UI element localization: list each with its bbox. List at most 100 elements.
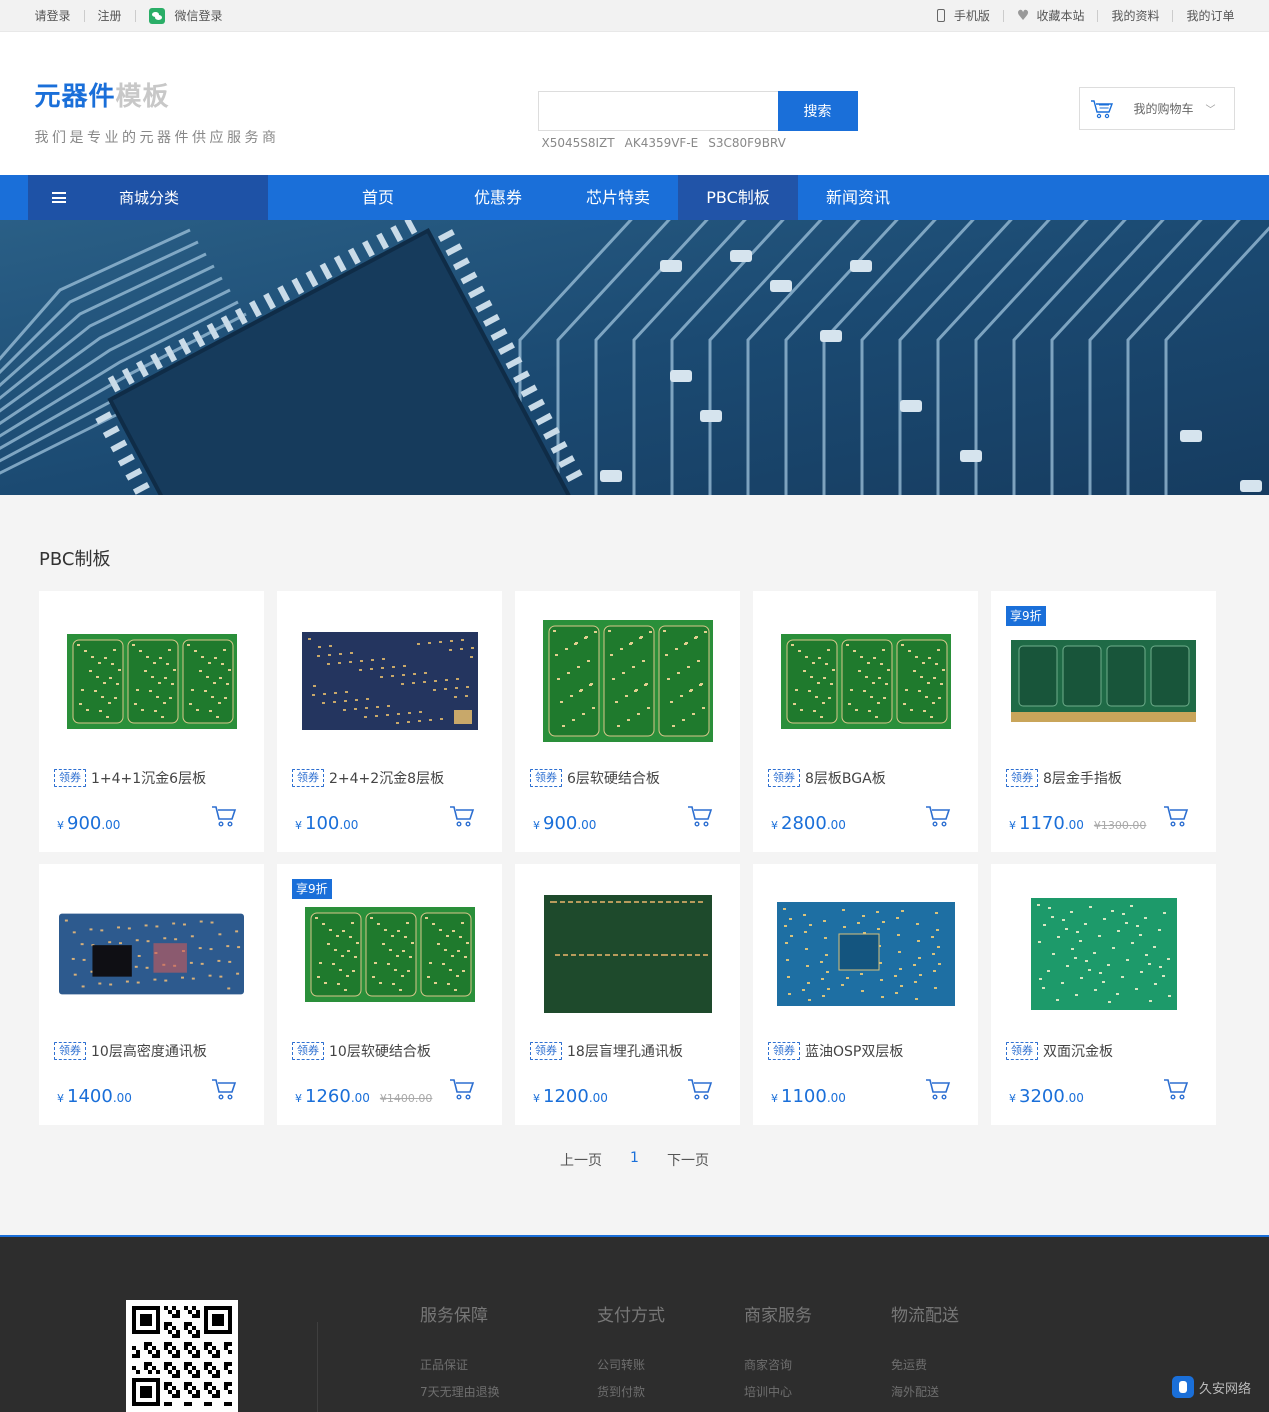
wechat-login-link[interactable]: 微信登录 bbox=[148, 7, 223, 24]
product-image[interactable] bbox=[535, 616, 720, 746]
product-image[interactable] bbox=[773, 889, 958, 1019]
mobile-link[interactable]: 手机版 bbox=[936, 7, 990, 24]
prev-page-link[interactable]: 上一页 bbox=[560, 1150, 602, 1170]
next-page-link[interactable]: 下一页 bbox=[667, 1150, 709, 1170]
coupon-tag[interactable]: 领券 bbox=[1006, 1042, 1038, 1060]
hotword-link[interactable]: AK4359VF-E bbox=[625, 136, 699, 150]
product-image[interactable] bbox=[1011, 889, 1196, 1019]
coupon-tag[interactable]: 领券 bbox=[292, 1042, 324, 1060]
product-name[interactable]: 领券 8层板BGA板 bbox=[768, 768, 886, 788]
hotword-link[interactable]: S3C80F9BRV bbox=[708, 136, 786, 150]
product-card[interactable]: 领券 双面沉金板 ¥ 3200 .00 bbox=[991, 864, 1216, 1125]
pcb-board-image bbox=[59, 913, 244, 995]
profile-link[interactable]: 我的资料 bbox=[1111, 7, 1159, 24]
product-grid: 领券 1+4+1沉金6层板 ¥ 900 .00 领券 2+4+2沉金8层板 ¥ … bbox=[39, 591, 1216, 1125]
product-name[interactable]: 领券 10层高密度通讯板 bbox=[54, 1041, 207, 1061]
nav-link[interactable]: 优惠券 bbox=[438, 175, 558, 220]
logo[interactable]: 元器件模板 bbox=[35, 76, 170, 113]
watermark-logo-icon bbox=[1171, 1376, 1194, 1398]
product-card[interactable]: 领券 1+4+1沉金6层板 ¥ 900 .00 bbox=[39, 591, 264, 852]
product-card[interactable]: 领券 6层软硬结合板 ¥ 900 .00 bbox=[515, 591, 740, 852]
product-price: ¥ 900 .00 bbox=[57, 813, 120, 834]
product-card[interactable]: 领券 2+4+2沉金8层板 ¥ 100 .00 bbox=[277, 591, 502, 852]
footer-divider bbox=[317, 1322, 318, 1412]
footer-column-title: 服务保障 bbox=[420, 1306, 488, 1326]
product-name[interactable]: 领券 双面沉金板 bbox=[1006, 1041, 1113, 1061]
product-name[interactable]: 领券 10层软硬结合板 bbox=[292, 1041, 431, 1061]
add-to-cart-button[interactable] bbox=[1163, 1077, 1189, 1101]
add-to-cart-button[interactable] bbox=[687, 804, 713, 828]
hotword-link[interactable]: X5045S8IZT bbox=[542, 136, 615, 150]
product-card[interactable]: 领券 18层盲埋孔通讯板 ¥ 1200 .00 bbox=[515, 864, 740, 1125]
product-name[interactable]: 领券 18层盲埋孔通讯板 bbox=[530, 1041, 683, 1061]
pcb-board-image bbox=[776, 902, 955, 1006]
product-image[interactable] bbox=[59, 889, 244, 1019]
product-image[interactable] bbox=[535, 889, 720, 1019]
product-card[interactable]: 享9折 领券 10层软硬结合板 ¥ 1260 .00 ¥1400.00 bbox=[277, 864, 502, 1125]
coupon-tag[interactable]: 领券 bbox=[1006, 769, 1038, 787]
product-name[interactable]: 领券 蓝油OSP双层板 bbox=[768, 1041, 903, 1061]
product-image[interactable] bbox=[1011, 616, 1196, 746]
product-name[interactable]: 领券 6层软硬结合板 bbox=[530, 768, 660, 788]
add-to-cart-button[interactable] bbox=[925, 1077, 951, 1101]
add-to-cart-button[interactable] bbox=[1163, 804, 1189, 828]
footer-link[interactable]: 免运费 bbox=[891, 1356, 959, 1373]
add-to-cart-button[interactable] bbox=[687, 1077, 713, 1101]
product-card[interactable]: 领券 蓝油OSP双层板 ¥ 1100 .00 bbox=[753, 864, 978, 1125]
product-image[interactable] bbox=[59, 616, 244, 746]
footer-link[interactable]: 货到付款 bbox=[597, 1383, 665, 1400]
add-to-cart-icon bbox=[212, 806, 237, 827]
nav-link[interactable]: 首页 bbox=[318, 175, 438, 220]
coupon-tag[interactable]: 领券 bbox=[530, 1042, 562, 1060]
footer-link[interactable]: 海外配送 bbox=[891, 1383, 959, 1400]
qr-code bbox=[126, 1300, 238, 1412]
add-to-cart-button[interactable] bbox=[211, 804, 237, 828]
pcb-board-image bbox=[780, 633, 951, 729]
top-bar: 请登录 注册 微信登录 手机版 ♥ 收藏本站 我的资料 我的订单 bbox=[0, 0, 1269, 32]
coupon-tag[interactable]: 领券 bbox=[54, 769, 86, 787]
register-link[interactable]: 注册 bbox=[98, 7, 122, 24]
product-card[interactable]: 享9折 领券 8层金手指板 ¥ 1170 .00 ¥1300.00 bbox=[991, 591, 1216, 852]
coupon-tag[interactable]: 领券 bbox=[292, 769, 324, 787]
product-name[interactable]: 领券 2+4+2沉金8层板 bbox=[292, 768, 444, 788]
currency-symbol: ¥ bbox=[771, 819, 778, 832]
product-price: ¥ 1170 .00 ¥1300.00 bbox=[1009, 813, 1146, 834]
cart-button[interactable]: 我的购物车 ﹀ bbox=[1078, 87, 1235, 130]
footer-link[interactable]: 7天无理由退换 bbox=[420, 1383, 500, 1400]
footer-link[interactable]: 正品保证 bbox=[420, 1356, 500, 1373]
nav-link[interactable]: 芯片特卖 bbox=[558, 175, 678, 220]
coupon-tag[interactable]: 领券 bbox=[768, 1042, 800, 1060]
favorite-link[interactable]: ♥ 收藏本站 bbox=[1017, 7, 1085, 24]
add-to-cart-button[interactable] bbox=[925, 804, 951, 828]
coupon-tag[interactable]: 领券 bbox=[768, 769, 800, 787]
footer-link[interactable]: 培训中心 bbox=[744, 1383, 812, 1400]
product-image[interactable] bbox=[297, 616, 482, 746]
footer-column: 物流配送 免运费 海外配送 bbox=[891, 1301, 959, 1410]
footer-link[interactable]: 商家咨询 bbox=[744, 1356, 812, 1373]
product-image[interactable] bbox=[773, 616, 958, 746]
price-integer: 1200 bbox=[543, 1086, 589, 1107]
nav-link[interactable]: PBC制板 bbox=[678, 175, 798, 220]
coupon-tag[interactable]: 领券 bbox=[530, 769, 562, 787]
nav-link[interactable]: 新闻资讯 bbox=[798, 175, 918, 220]
product-card[interactable]: 领券 8层板BGA板 ¥ 2800 .00 bbox=[753, 591, 978, 852]
currency-symbol: ¥ bbox=[295, 1092, 302, 1105]
add-to-cart-button[interactable] bbox=[449, 1077, 475, 1101]
separator bbox=[83, 9, 85, 22]
login-link[interactable]: 请登录 bbox=[35, 7, 71, 24]
coupon-tag[interactable]: 领券 bbox=[54, 1042, 86, 1060]
current-page[interactable]: 1 bbox=[630, 1150, 639, 1170]
product-card[interactable]: 领券 10层高密度通讯板 ¥ 1400 .00 bbox=[39, 864, 264, 1125]
category-menu-button[interactable]: 商城分类 bbox=[28, 175, 268, 220]
add-to-cart-button[interactable] bbox=[449, 804, 475, 828]
footer-link[interactable]: 公司转账 bbox=[597, 1356, 665, 1373]
orders-link[interactable]: 我的订单 bbox=[1186, 7, 1234, 24]
product-name[interactable]: 领券 8层金手指板 bbox=[1006, 768, 1122, 788]
search-input[interactable] bbox=[537, 91, 778, 131]
header: 元器件模板 我们是专业的元器件供应服务商 搜索 X5045S8IZT AK435… bbox=[0, 32, 1269, 175]
price-decimal: .00 bbox=[112, 1091, 132, 1105]
add-to-cart-button[interactable] bbox=[211, 1077, 237, 1101]
search-button[interactable]: 搜索 bbox=[777, 91, 858, 131]
product-image[interactable] bbox=[297, 889, 482, 1019]
product-name[interactable]: 领券 1+4+1沉金6层板 bbox=[54, 768, 206, 788]
